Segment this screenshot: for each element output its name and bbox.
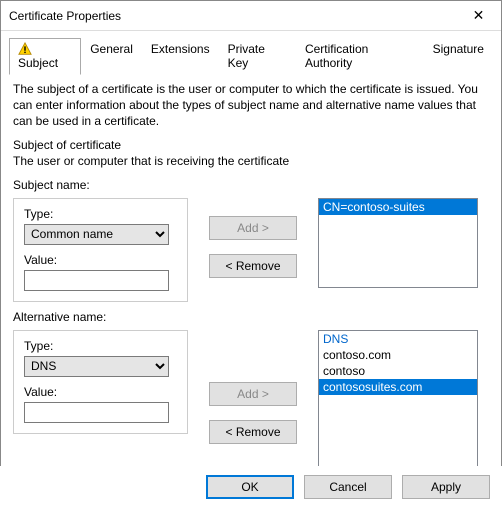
tab-subject[interactable]: Subject <box>9 38 81 75</box>
subject-type-label: Type: <box>24 207 177 221</box>
subject-subtext: The user or computer that is receiving t… <box>13 154 489 168</box>
altname-listbox[interactable]: DNS contoso.com contoso contososuites.co… <box>318 330 478 468</box>
altname-buttons-col: Add > < Remove <box>198 330 308 444</box>
altname-remove-button[interactable]: < Remove <box>209 420 297 444</box>
close-icon: ✕ <box>473 7 485 24</box>
tab-strip: Subject General Extensions Private Key C… <box>9 37 493 75</box>
tab-cert-authority-label: Certification Authority <box>305 42 368 70</box>
subject-add-button[interactable]: Add > <box>209 216 297 240</box>
subject-remove-button[interactable]: < Remove <box>209 254 297 278</box>
subject-name-row: Type: Common name Value: Add > < Remove … <box>13 198 489 302</box>
subject-value-input[interactable] <box>24 270 169 291</box>
tab-extensions-label: Extensions <box>151 42 210 56</box>
tab-extensions[interactable]: Extensions <box>142 38 219 75</box>
tab-private-key[interactable]: Private Key <box>219 38 296 75</box>
cancel-button[interactable]: Cancel <box>304 475 392 499</box>
altname-add-button[interactable]: Add > <box>209 382 297 406</box>
subject-list-item[interactable]: CN=contoso-suites <box>319 199 477 215</box>
subject-value-label: Value: <box>24 253 177 267</box>
subject-name-label: Subject name: <box>13 178 489 192</box>
titlebar: Certificate Properties ✕ <box>1 1 501 31</box>
altname-label: Alternative name: <box>13 310 489 324</box>
altname-list-wrap: DNS contoso.com contoso contososuites.co… <box>318 330 480 485</box>
subject-listbox[interactable]: CN=contoso-suites <box>318 198 478 288</box>
tab-general[interactable]: General <box>81 38 142 75</box>
tab-cert-authority[interactable]: Certification Authority <box>296 38 424 75</box>
tab-signature[interactable]: Signature <box>424 38 493 75</box>
altname-panel: Type: DNS Value: <box>13 330 188 434</box>
subject-type-select[interactable]: Common name <box>24 224 169 245</box>
ok-button[interactable]: OK <box>206 475 294 499</box>
tab-general-label: General <box>90 42 133 56</box>
altname-value-input[interactable] <box>24 402 169 423</box>
tab-private-key-label: Private Key <box>228 42 265 70</box>
altname-row: Type: DNS Value: Add > < Remove DNS cont… <box>13 330 489 485</box>
tab-subject-label: Subject <box>18 56 58 70</box>
altname-list-item[interactable]: contoso <box>319 363 477 379</box>
tab-signature-label: Signature <box>433 42 484 56</box>
altname-list-header: DNS <box>319 331 477 347</box>
tab-content: The subject of a certificate is the user… <box>1 75 501 485</box>
altname-type-select[interactable]: DNS <box>24 356 169 377</box>
subject-name-panel: Type: Common name Value: <box>13 198 188 302</box>
window-title: Certificate Properties <box>9 9 121 23</box>
altname-type-label: Type: <box>24 339 177 353</box>
subject-heading: Subject of certificate <box>13 138 489 152</box>
description-text: The subject of a certificate is the user… <box>13 81 489 130</box>
dialog-footer: OK Cancel Apply <box>0 466 502 508</box>
subject-buttons-col: Add > < Remove <box>198 198 308 278</box>
altname-list-item[interactable]: contososuites.com <box>319 379 477 395</box>
altname-value-label: Value: <box>24 385 177 399</box>
apply-button[interactable]: Apply <box>402 475 490 499</box>
altname-list-item[interactable]: contoso.com <box>319 347 477 363</box>
close-button[interactable]: ✕ <box>456 1 501 30</box>
warning-icon <box>18 42 32 56</box>
